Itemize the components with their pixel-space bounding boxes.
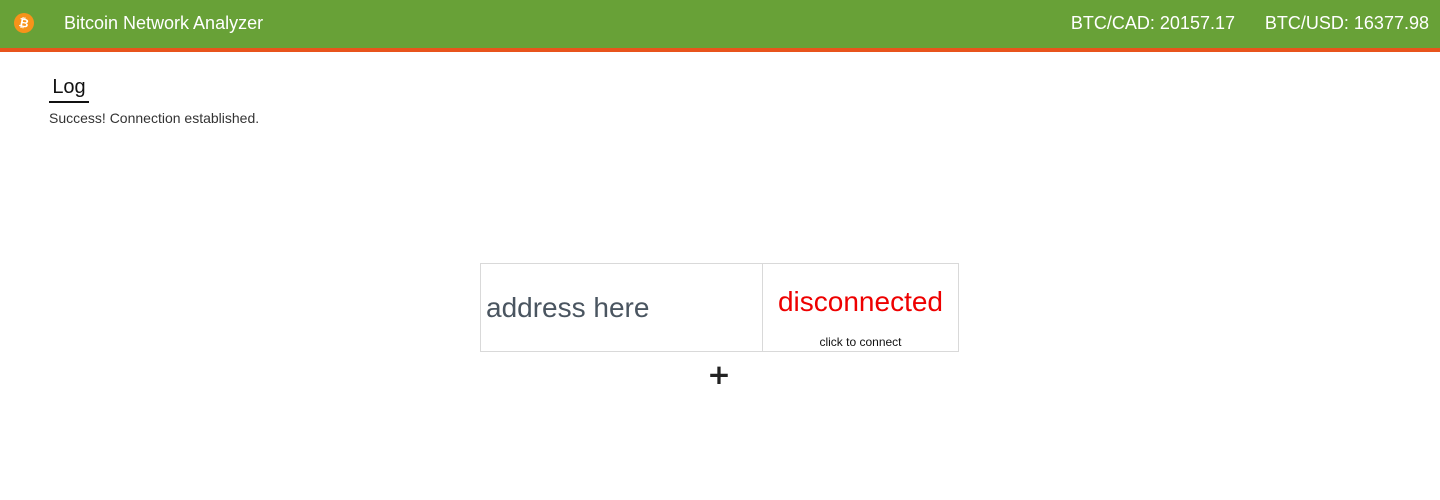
add-node-button[interactable]: + <box>707 361 731 389</box>
bitcoin-icon: ₿ <box>14 13 34 33</box>
node-connection-card: disconnected click to connect <box>480 263 959 352</box>
bitcoin-glyph: ₿ <box>17 15 31 31</box>
log-heading: Log <box>49 76 89 103</box>
top-bar: ₿ Bitcoin Network Analyzer BTC/CAD: 2015… <box>0 0 1440 52</box>
log-message: Success! Connection established. <box>49 110 260 126</box>
btc-usd-rate: BTC/USD: 16377.98 <box>1264 13 1429 33</box>
btc-cad-rate: BTC/CAD: 20157.17 <box>1070 13 1235 33</box>
address-input[interactable] <box>481 264 763 351</box>
connection-status: disconnected <box>777 286 943 317</box>
connect-button[interactable]: disconnected click to connect <box>763 264 958 351</box>
app-title: Bitcoin Network Analyzer <box>64 13 264 33</box>
plus-icon: + <box>707 358 731 391</box>
connect-hint: click to connect <box>819 335 902 349</box>
